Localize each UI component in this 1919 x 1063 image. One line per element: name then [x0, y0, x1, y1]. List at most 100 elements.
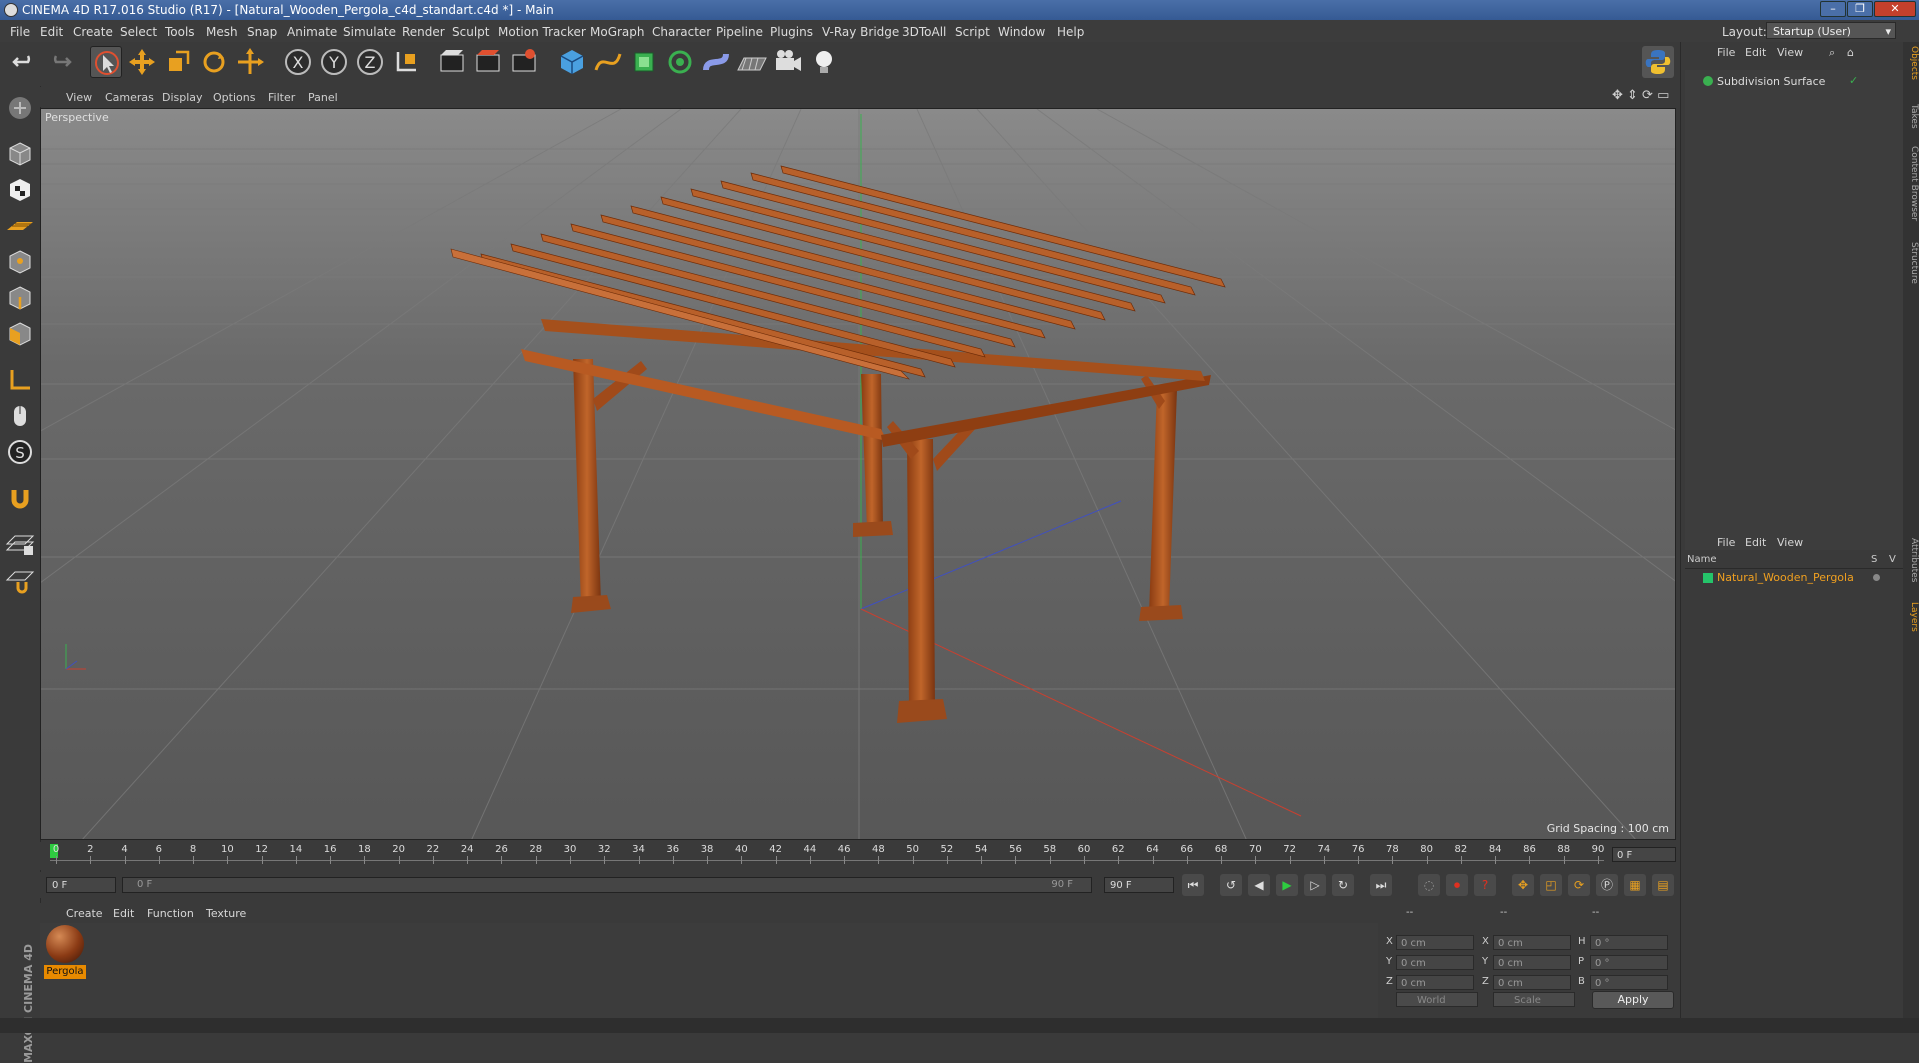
layer-menu-edit[interactable]: Edit [1745, 536, 1766, 549]
go-to-end-button[interactable]: ⏭ [1370, 874, 1392, 896]
maximize-button[interactable]: ❐ [1847, 1, 1873, 17]
menu-script[interactable]: Script [955, 25, 990, 39]
close-button[interactable]: ✕ [1874, 1, 1916, 17]
max-frame-field[interactable]: 90 F [1104, 877, 1174, 893]
object-check-icon[interactable]: ✓ [1849, 74, 1858, 87]
rot-h-field[interactable]: 0 ° [1590, 935, 1668, 950]
next-frame-button[interactable]: ▷ [1304, 874, 1326, 896]
preview-range-slider[interactable]: 0 F 90 F [122, 877, 1092, 893]
viewport-menu-options[interactable]: Options [213, 91, 255, 104]
size-y-field[interactable]: 0 cm [1493, 955, 1571, 970]
object-menu-file[interactable]: File [1717, 46, 1735, 59]
menu-plugins[interactable]: Plugins [770, 25, 813, 39]
pos-z-field[interactable]: 0 cm [1396, 975, 1474, 990]
tab-objects[interactable]: Objects [1904, 46, 1919, 80]
menu-window[interactable]: Window [998, 25, 1045, 39]
deformer-button[interactable] [700, 46, 732, 78]
tab-attributes[interactable]: Attributes [1904, 538, 1919, 582]
perspective-viewport[interactable]: Perspective Grid Spacing : 100 cm [40, 108, 1676, 840]
make-editable-button[interactable] [4, 92, 36, 124]
material-menu-texture[interactable]: Texture [206, 907, 246, 920]
previous-keyframe-button[interactable]: ↺ [1220, 874, 1242, 896]
coordinate-space-select[interactable]: World [1396, 992, 1478, 1007]
viewport-menu-cameras[interactable]: Cameras [105, 91, 154, 104]
rotate-tool[interactable] [198, 46, 230, 78]
viewport-menu-panel[interactable]: Panel [308, 91, 338, 104]
menu-sculpt[interactable]: Sculpt [452, 25, 489, 39]
render-to-picture-viewer-button[interactable] [472, 46, 504, 78]
motion-record-button[interactable]: ◌ [1418, 874, 1440, 896]
key-scale-button[interactable]: ◰ [1540, 874, 1562, 896]
menu-mograph[interactable]: MoGraph [590, 25, 645, 39]
axis-mode-button[interactable] [4, 364, 36, 396]
timeline-ticks[interactable]: 0 2 4 6 8 10 12 14 16 18 20 22 24 26 28 30 32 34 36 38 40 42 4… [50, 842, 1604, 868]
menu-character[interactable]: Character [652, 25, 711, 39]
x-axis-lock[interactable]: X [282, 46, 314, 78]
light-button[interactable] [808, 46, 840, 78]
current-frame-field[interactable]: 0 F [1612, 847, 1676, 862]
material-pergola[interactable]: Pergola [44, 925, 86, 983]
rot-p-field[interactable]: 0 ° [1590, 955, 1668, 970]
key-parameter-button[interactable]: Ⓟ [1596, 874, 1618, 896]
object-menu-view[interactable]: View [1777, 46, 1803, 59]
key-position-button[interactable]: ✥ [1512, 874, 1534, 896]
size-x-field[interactable]: 0 cm [1493, 935, 1571, 950]
object-menu-edit[interactable]: Edit [1745, 46, 1766, 59]
tweak-mode-button[interactable] [4, 400, 36, 432]
size-z-field[interactable]: 0 cm [1493, 975, 1571, 990]
layout-select[interactable]: Startup (User) ▾ [1766, 22, 1896, 39]
apply-button[interactable]: Apply [1592, 991, 1674, 1009]
autokeying-button[interactable]: ? [1474, 874, 1496, 896]
camera-button[interactable] [772, 46, 804, 78]
record-active-objects-button[interactable]: ⏺ [1446, 874, 1468, 896]
menu-motion-tracker[interactable]: Motion Tracker [498, 25, 586, 39]
live-select-tool[interactable] [90, 46, 122, 78]
cloner-button[interactable] [664, 46, 696, 78]
layer-menu-view[interactable]: View [1777, 536, 1803, 549]
move-tool[interactable] [126, 46, 158, 78]
menu-snap[interactable]: Snap [247, 25, 277, 39]
model-mode-button[interactable] [4, 138, 36, 170]
scale-tool[interactable] [162, 46, 194, 78]
layer-row[interactable]: Natural_Wooden_Pergola [1685, 570, 1903, 586]
render-view-button[interactable] [436, 46, 468, 78]
subdivision-nurbs-button[interactable] [628, 46, 660, 78]
menu-tools[interactable]: Tools [165, 25, 195, 39]
layer-menu-file[interactable]: File [1717, 536, 1735, 549]
menu-3dtoall[interactable]: 3DToAll [902, 25, 946, 39]
rot-b-field[interactable]: 0 ° [1590, 975, 1668, 990]
viewport-menu-filter[interactable]: Filter [268, 91, 295, 104]
timeline-window-button[interactable]: ▤ [1652, 874, 1674, 896]
material-menu-create[interactable]: Create [66, 907, 103, 920]
viewport-navigation-icons[interactable]: ✥ ⇕ ⟳ ▭ [1612, 88, 1669, 103]
next-keyframe-button[interactable]: ↻ [1332, 874, 1354, 896]
spline-pen-button[interactable] [592, 46, 624, 78]
tab-content-browser[interactable]: Content Browser [1904, 146, 1919, 221]
menu-create[interactable]: Create [73, 25, 113, 39]
workplane-mode-button[interactable] [4, 210, 36, 242]
menu-file[interactable]: File [10, 25, 30, 39]
previous-frame-button[interactable]: ◀ [1248, 874, 1270, 896]
menu-edit[interactable]: Edit [40, 25, 63, 39]
menu-simulate[interactable]: Simulate [343, 25, 396, 39]
object-home-icon[interactable]: ⌂ [1847, 46, 1854, 59]
magnet-tool-button[interactable] [4, 482, 36, 514]
go-to-start-button[interactable]: ⏮ [1182, 874, 1204, 896]
tab-takes[interactable]: Takes [1904, 104, 1919, 129]
viewport-menu-display[interactable]: Display [162, 91, 203, 104]
tab-layers[interactable]: Layers [1904, 602, 1919, 632]
points-mode-button[interactable] [4, 246, 36, 278]
minimize-button[interactable]: – [1820, 1, 1846, 17]
polygons-mode-button[interactable] [4, 318, 36, 350]
viewport-menu-view[interactable]: View [66, 91, 92, 104]
material-menu-edit[interactable]: Edit [113, 907, 134, 920]
texture-mode-button[interactable] [4, 174, 36, 206]
menu-vray-bridge[interactable]: V-Ray Bridge [822, 25, 899, 39]
redo-button[interactable] [44, 46, 76, 78]
menu-animate[interactable]: Animate [287, 25, 337, 39]
menu-help[interactable]: Help [1057, 25, 1084, 39]
z-axis-lock[interactable]: Z [354, 46, 386, 78]
layer-solo-dot[interactable] [1873, 574, 1880, 581]
object-row[interactable]: Subdivision Surface ✓ [1687, 74, 1901, 90]
floor-scene-button[interactable] [736, 46, 768, 78]
